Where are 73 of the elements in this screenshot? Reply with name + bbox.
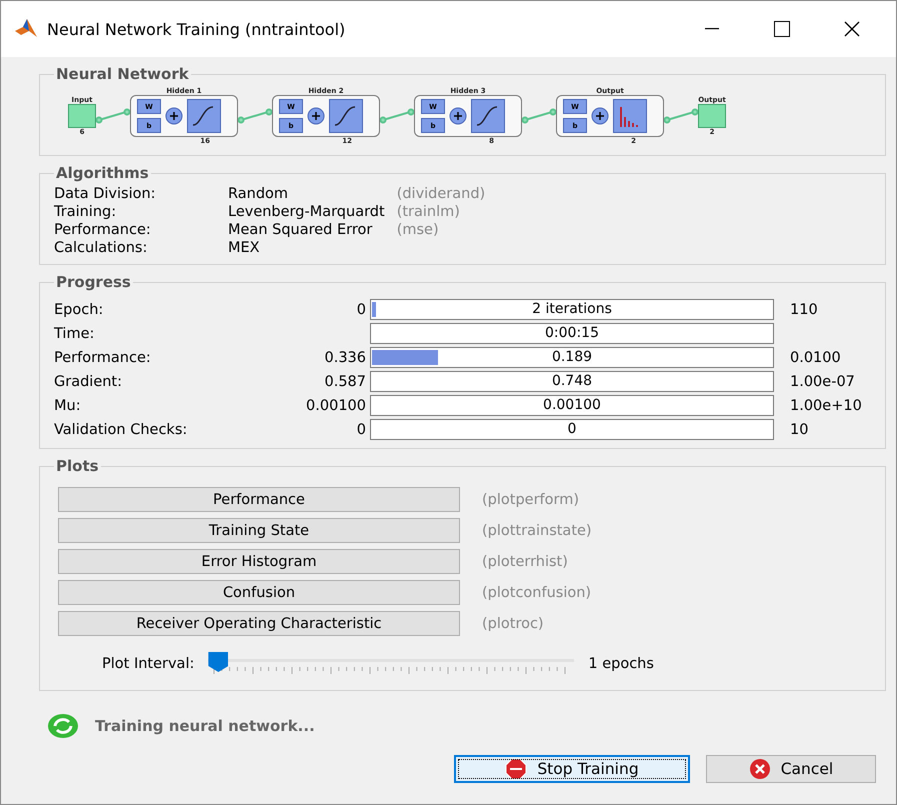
connector-arrow-icon — [96, 106, 130, 126]
plot-button[interactable]: Training State — [58, 518, 460, 543]
progress-label: Mu: — [54, 398, 82, 414]
function-name: (plotconfusion) — [482, 584, 592, 600]
plot-button[interactable]: Performance — [58, 487, 460, 512]
function-name: (plotroc) — [482, 616, 545, 632]
target-value: 0.0100 — [790, 350, 842, 366]
algorithm-value: MEX — [228, 240, 261, 256]
input-node — [68, 104, 96, 128]
function-name: (plottrainstate) — [482, 522, 593, 538]
start-value: 0.00100 — [305, 398, 366, 414]
slider-label: Plot Interval: — [102, 656, 194, 672]
algorithm-label: Data Division: — [54, 186, 157, 202]
algorithm-value: Mean Squared Error — [228, 222, 374, 238]
window-title: Neural Network Training (nntraintool) — [47, 20, 346, 38]
plus-icon — [591, 107, 609, 125]
plus-icon — [307, 107, 325, 125]
status-text: Training neural network... — [95, 717, 315, 735]
start-value: 0 — [356, 422, 366, 438]
function-name: (dividerand) — [396, 186, 486, 202]
sigmoid-curve-icon — [329, 99, 363, 133]
progress-label: Time: — [54, 326, 96, 342]
maximize-icon[interactable] — [774, 21, 790, 37]
plot-button[interactable]: Error Histogram — [58, 549, 460, 574]
algorithm-value: Levenberg-Marquardt — [228, 204, 385, 220]
plus-icon — [449, 107, 467, 125]
connector-arrow-icon — [522, 106, 556, 126]
function-name: (trainlm) — [396, 204, 461, 220]
function-name: (plotperform) — [482, 492, 580, 508]
plus-icon — [165, 107, 183, 125]
plot-interval-slider[interactable] — [208, 652, 574, 676]
target-value: 10 — [790, 422, 810, 438]
stop-training-button[interactable]: Stop Training — [454, 755, 690, 783]
start-value: 0.336 — [323, 350, 366, 366]
slider-thumb[interactable] — [208, 652, 228, 672]
cancel-icon — [748, 758, 771, 780]
progress-label: Validation Checks: — [54, 422, 188, 438]
plot-button[interactable]: Confusion — [58, 580, 460, 605]
target-value: 1.00e-07 — [790, 374, 856, 390]
stop-sign-icon — [505, 758, 528, 780]
sigmoid-curve-icon — [187, 99, 221, 133]
progress-label: Epoch: — [54, 302, 104, 318]
close-icon[interactable] — [844, 21, 860, 37]
app-logo-icon — [15, 19, 37, 39]
panel-title: Algorithms — [55, 164, 150, 182]
function-name: (mse) — [396, 222, 440, 238]
connector-arrow-icon — [380, 106, 414, 126]
algorithm-label: Performance: — [54, 222, 152, 238]
slider-reading: 1 epochs — [588, 656, 654, 672]
histogram-icon — [613, 99, 647, 133]
start-value: 0.587 — [323, 374, 366, 390]
minimize-icon[interactable] — [705, 28, 719, 30]
output-node — [698, 104, 726, 128]
algorithm-label: Training: — [54, 204, 118, 220]
plot-button[interactable]: Receiver Operating Characteristic — [58, 611, 460, 636]
panel-title: Progress — [55, 273, 132, 291]
target-value: 110 — [790, 302, 819, 318]
progress-label: Gradient: — [54, 374, 123, 390]
connector-arrow-icon — [238, 106, 272, 126]
recycle-arrows-icon — [47, 713, 79, 739]
progress-text: 2 iterations — [531, 300, 613, 319]
progress-label: Performance: — [54, 350, 152, 366]
panel-title: Plots — [55, 457, 100, 475]
algorithm-value: Random — [228, 186, 290, 202]
cancel-button[interactable]: Cancel — [706, 755, 876, 783]
function-name: (ploterrhist) — [482, 554, 569, 570]
target-value: 1.00e+10 — [790, 398, 863, 414]
start-value: 0 — [356, 302, 366, 318]
progress-text: 0.189 — [550, 348, 594, 367]
panel-title: Neural Network — [55, 65, 190, 83]
connector-arrow-icon — [664, 106, 698, 126]
sigmoid-curve-icon — [471, 99, 505, 133]
algorithm-label: Calculations: — [54, 240, 148, 256]
